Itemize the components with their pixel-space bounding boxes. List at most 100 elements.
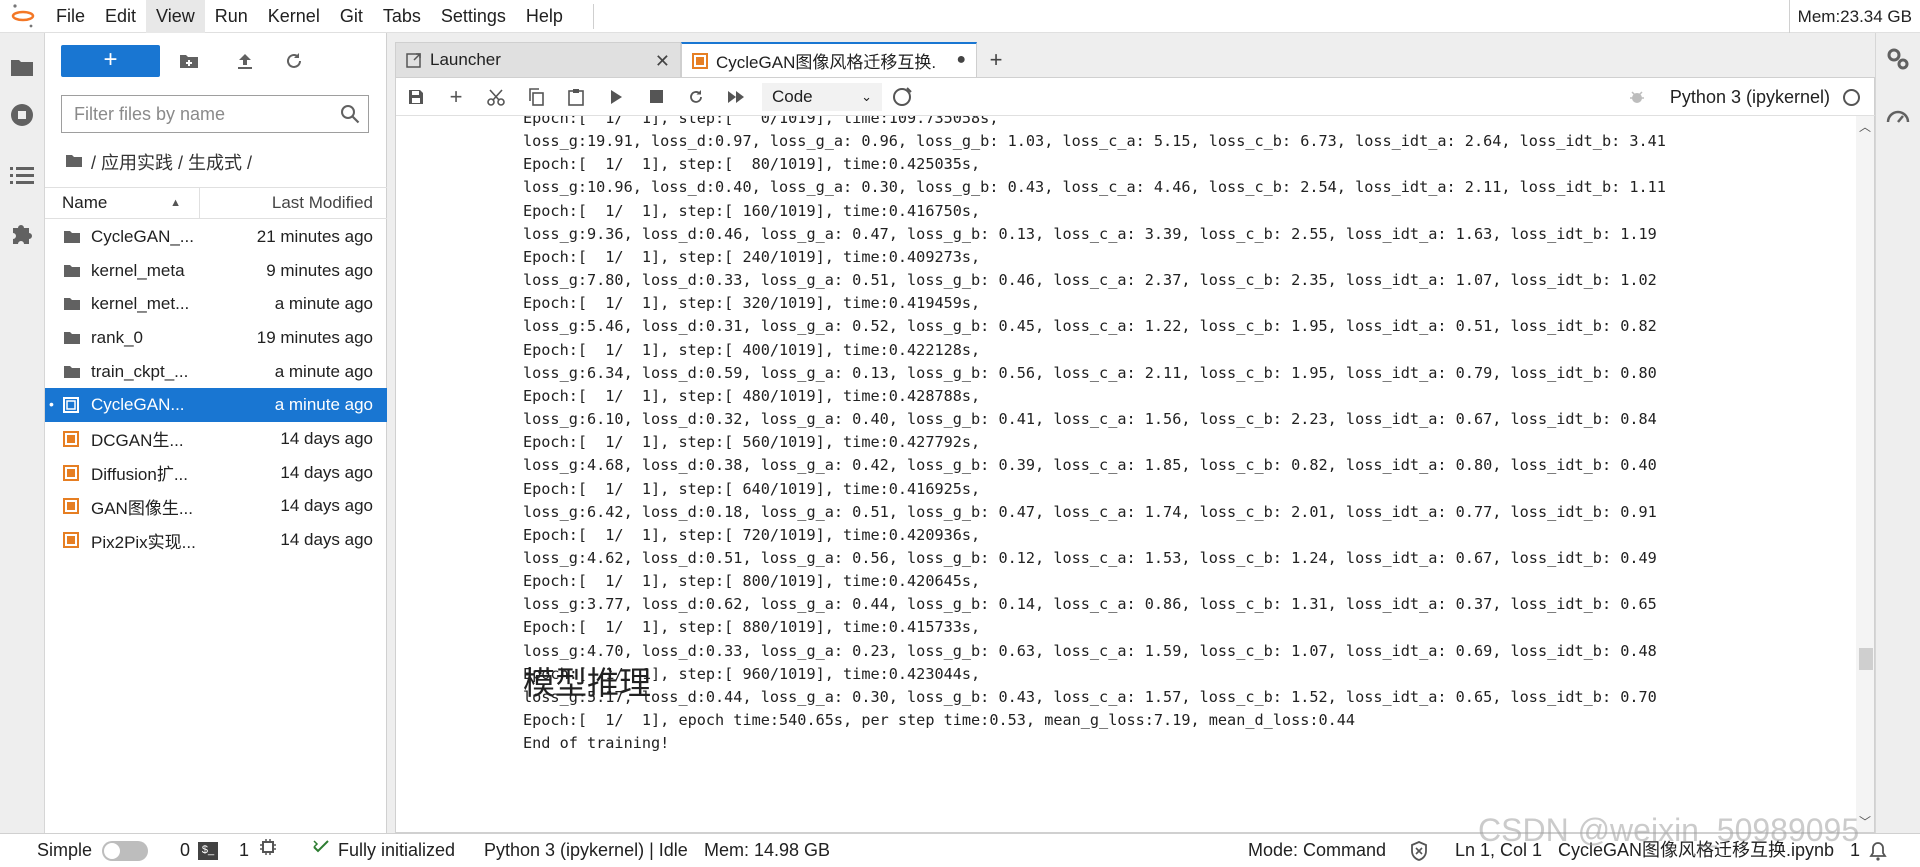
file-name: CycleGAN... (91, 395, 185, 415)
file-filter-input[interactable] (62, 96, 322, 132)
file-name: CycleGAN_... (91, 226, 194, 246)
trusted-shield-icon[interactable] (1410, 834, 1428, 867)
scroll-up-icon[interactable]: ︿ (1859, 118, 1871, 135)
file-modified: 19 minutes ago (256, 327, 373, 347)
new-folder-icon[interactable] (175, 47, 203, 75)
notebook-toolbar: + Code ⌄ Python 3 (ipykernel) (396, 78, 1876, 116)
run-icon[interactable] (596, 78, 636, 116)
file-modified: a minute ago (274, 395, 373, 415)
file-name: GAN图像生... (91, 498, 194, 518)
upload-icon[interactable] (231, 47, 259, 75)
cell-type-select[interactable]: Code ⌄ (762, 82, 882, 111)
debugger-gauge-icon[interactable] (1884, 103, 1912, 131)
log-line: loss_g:10.96, loss_d:0.40, loss_g_a: 0.3… (523, 178, 1666, 197)
paste-icon[interactable] (556, 78, 596, 116)
kernel-name[interactable]: Python 3 (ipykernel) (1670, 78, 1830, 116)
column-modified-header[interactable]: Last Modified (200, 193, 387, 213)
git-diff-icon[interactable] (882, 78, 922, 116)
breadcrumb-path[interactable]: / 应用实践 / 生成式 / (91, 149, 252, 175)
menu-tabs[interactable]: Tabs (373, 0, 431, 33)
list-item[interactable]: rank_0 19 minutes ago (45, 321, 387, 355)
tab-launcher[interactable]: Launcher ✕ (395, 42, 681, 77)
kernel-status-text[interactable]: Python 3 (ipykernel) | Idle (484, 834, 688, 867)
file-name: DCGAN生... (91, 431, 184, 451)
running-sessions-icon[interactable] (8, 101, 36, 129)
menu-file[interactable]: File (46, 0, 95, 33)
search-icon (340, 104, 360, 129)
table-of-contents-icon[interactable] (8, 161, 36, 189)
file-modified: 21 minutes ago (256, 226, 373, 246)
stop-icon[interactable] (636, 78, 676, 116)
refresh-icon[interactable] (280, 47, 308, 75)
close-icon[interactable]: ✕ (655, 51, 670, 72)
add-tab-button[interactable]: + (981, 47, 1011, 75)
file-modified: a minute ago (274, 361, 373, 381)
chevron-down-icon: ⌄ (861, 88, 872, 104)
menu-kernel[interactable]: Kernel (258, 0, 330, 33)
list-item[interactable]: Pix2Pix实现... 14 days ago (45, 523, 387, 557)
restart-icon[interactable] (676, 78, 716, 116)
file-name: kernel_met... (91, 294, 190, 314)
menu-view[interactable]: View (146, 0, 205, 33)
cut-icon[interactable] (476, 78, 516, 116)
list-item[interactable]: kernel_met... a minute ago (45, 287, 387, 321)
folder-icon (63, 264, 83, 278)
property-inspector-gears-icon[interactable] (1884, 45, 1912, 73)
notification-bell-icon[interactable] (1868, 834, 1888, 867)
log-line: loss_g:3.77, loss_d:0.62, loss_g_a: 0.44… (523, 595, 1657, 614)
scroll-down-icon[interactable]: ﹀ (1859, 813, 1871, 830)
cell-type-value: Code (772, 86, 813, 106)
list-item[interactable]: GAN图像生... 14 days ago (45, 490, 387, 524)
sort-ascending-icon: ▲ (170, 197, 181, 209)
lsp-status[interactable]: Fully initialized (312, 834, 455, 867)
terminals-count[interactable]: 0 $_ (180, 834, 219, 867)
right-sidebar-rail (1875, 33, 1920, 833)
unsaved-dot-icon[interactable]: ● (956, 51, 966, 69)
toggle-switch[interactable] (102, 840, 149, 861)
tab-cyclegan-notebook[interactable]: CycleGAN图像风格迁移互换. ● (681, 42, 977, 77)
list-item[interactable]: kernel_meta 9 minutes ago (45, 254, 387, 288)
list-item[interactable]: DCGAN生... 14 days ago (45, 422, 387, 456)
log-line: Epoch:[ 1/ 1], step:[ 80/1019], time:0.4… (523, 155, 981, 174)
menu-run[interactable]: Run (205, 0, 258, 33)
training-log: Epoch:[ 1/ 1], step:[ 0/1019], time:109.… (523, 116, 1666, 755)
menu-settings[interactable]: Settings (431, 0, 516, 33)
notebook-icon (63, 397, 83, 414)
copy-icon[interactable] (516, 78, 556, 116)
list-item[interactable]: Diffusion扩... 14 days ago (45, 456, 387, 490)
kernel-idle-icon (1843, 89, 1860, 106)
list-item-selected[interactable]: • CycleGAN... a minute ago (45, 388, 387, 423)
log-line: loss_g:9.36, loss_d:0.46, loss_g_a: 0.47… (523, 224, 1657, 243)
simple-mode-toggle[interactable]: Simple (37, 834, 149, 867)
debugger-bug-icon[interactable] (1628, 88, 1646, 111)
notebook-scrollbar[interactable]: ︿ ﹀ (1856, 116, 1874, 832)
scrollbar-thumb[interactable] (1859, 648, 1873, 670)
list-item[interactable]: train_ckpt_... a minute ago (45, 355, 387, 389)
new-launcher-button[interactable]: + (61, 45, 160, 77)
log-line: Epoch:[ 1/ 1], step:[ 0/1019], time:109.… (523, 116, 999, 127)
running-indicator: • (49, 396, 54, 413)
menu-git[interactable]: Git (330, 0, 373, 33)
log-line: Epoch:[ 1/ 1], step:[ 160/1019], time:0.… (523, 201, 981, 220)
menu-help[interactable]: Help (516, 0, 573, 33)
log-line: loss_g:6.10, loss_d:0.32, loss_g_a: 0.40… (523, 410, 1657, 429)
file-modified: 14 days ago (280, 530, 373, 550)
kernels-count-value: 1 (239, 840, 250, 860)
extensions-puzzle-icon[interactable] (8, 219, 36, 247)
kernels-count[interactable]: 1 (239, 834, 277, 867)
log-line: loss_g:19.91, loss_d:0.97, loss_g_a: 0.9… (523, 132, 1666, 151)
save-icon[interactable] (396, 78, 436, 116)
notebook-panel: + Code ⌄ Python 3 (ipykernel) Epoch:[1/… (395, 77, 1876, 833)
menu-edit[interactable]: Edit (95, 0, 146, 33)
list-item[interactable]: CycleGAN_... 21 minutes ago (45, 220, 387, 254)
folder-icon[interactable] (8, 53, 36, 81)
tab-label: Launcher (430, 50, 501, 69)
log-line: Epoch:[ 1/ 1], epoch time:540.65s, per s… (523, 711, 1356, 730)
breadcrumb[interactable]: / 应用实践 / 生成式 / (65, 147, 252, 177)
insert-cell-icon[interactable]: + (436, 78, 476, 116)
terminal-icon: $_ (198, 841, 219, 860)
fast-forward-icon[interactable] (716, 78, 756, 116)
column-name-header[interactable]: Name ▲ (45, 187, 200, 219)
file-filter-field[interactable] (61, 95, 369, 133)
folder-icon (63, 365, 83, 379)
